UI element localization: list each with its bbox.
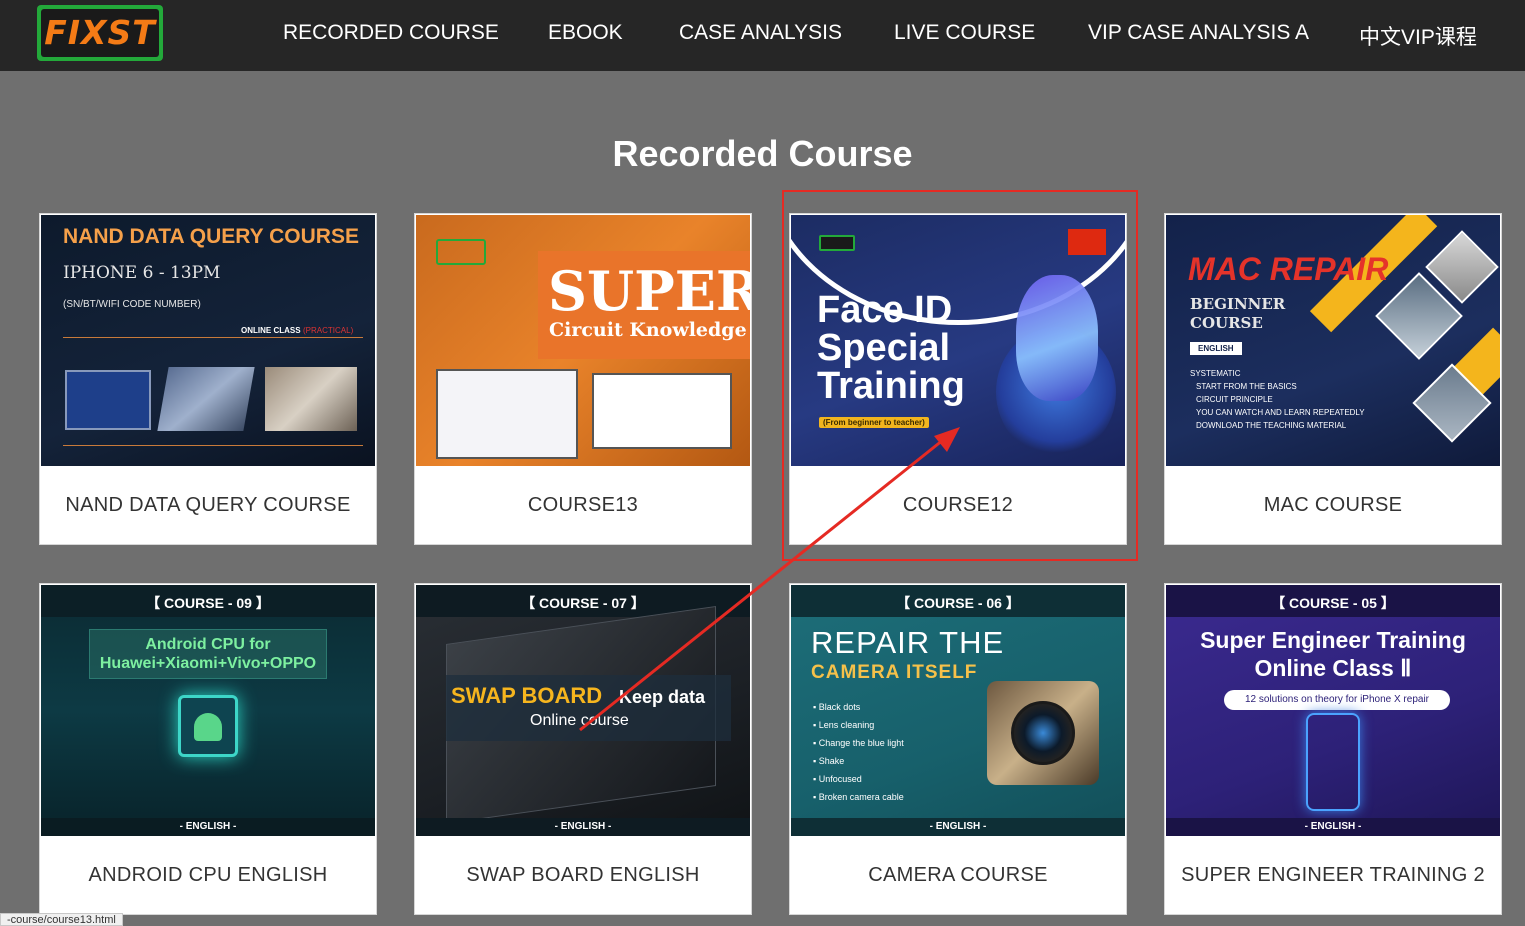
nav-ebook[interactable]: EBOOK <box>548 21 623 45</box>
chip-image <box>157 367 255 431</box>
thumb-badge: ENGLISH <box>1190 342 1242 355</box>
course-card-nand[interactable]: NAND DATA QUERY COURSE IPHONE 6 - 13PM (… <box>39 213 377 545</box>
thumb-heading: MAC REPAIR <box>1188 251 1389 287</box>
thumb-item-text: Shake <box>818 756 845 766</box>
course-card-label: SUPER ENGINEER TRAINING 2 <box>1181 863 1485 886</box>
thumb-footer: - ENGLISH - <box>554 821 612 832</box>
nav-case-analysis[interactable]: CASE ANALYSIS <box>679 21 842 45</box>
thumb-line2: Huawei+Xiaomi+Vivo+OPPO <box>99 655 317 672</box>
course-thumbnail: 【 COURSE - 09 】 Android CPU for Huawei+X… <box>41 585 375 836</box>
thumb-subtitle: Circuit Knowledge <box>549 319 747 341</box>
face-3d-scan <box>1016 275 1098 401</box>
course-card-mac[interactable]: MAC REPAIR BEGINNER COURSE ENGLISH SYSTE… <box>1164 213 1502 545</box>
thumb-online-class: ONLINE CLASS <box>241 326 301 335</box>
course-card-label: NAND DATA QUERY COURSE <box>65 493 351 516</box>
course-thumbnail: 【 COURSE - 05 】 Super Engineer Training … <box>1166 585 1500 836</box>
thumb-heading: NAND DATA QUERY COURSE <box>63 225 359 248</box>
board-image <box>265 367 357 431</box>
thumb-line1: IPHONE 6 - 13PM <box>63 263 221 283</box>
thumb-line1: Super Engineer Training <box>1200 627 1466 653</box>
course-card-course13[interactable]: SUPER Circuit Knowledge COURSE13 <box>414 213 752 545</box>
diagram-screen-1 <box>436 369 578 459</box>
fixst-logo[interactable]: FIXST <box>37 5 163 61</box>
thumb-bullet: YOU CAN WATCH AND LEARN REPEATEDLY <box>1196 408 1365 417</box>
thumb-item-text: Change the blue light <box>818 738 904 748</box>
thumb-bullet: SYSTEMATIC <box>1190 369 1241 378</box>
course-card-swap-board[interactable]: 【 COURSE - 07 】 SWAP BOARD Keep data Onl… <box>414 583 752 915</box>
thumb-item: ▪ Shake <box>813 756 845 766</box>
thumb-bullet: START FROM THE BASICS <box>1196 382 1297 391</box>
page-title: Recorded Course <box>612 133 913 174</box>
thumb-line1: Android CPU for <box>145 636 271 653</box>
circuit-line <box>63 337 363 338</box>
course-card-camera[interactable]: 【 COURSE - 06 】 REPAIR THE CAMERA ITSELF… <box>789 583 1127 915</box>
thumb-item: ▪ Change the blue light <box>813 738 904 748</box>
thumb-bullet: CIRCUIT PRINCIPLE <box>1196 395 1273 404</box>
thumb-pill: (From beginner to teacher) <box>819 417 929 428</box>
thumb-online-course: Online course <box>530 712 629 729</box>
diagram-screen-2 <box>592 373 732 449</box>
course-thumbnail: SUPER Circuit Knowledge <box>416 215 750 466</box>
thumb-big-title: SUPER <box>548 259 750 323</box>
screen-image <box>65 370 151 430</box>
logo-inner: FIXST <box>41 9 159 57</box>
thumb-line2: CAMERA ITSELF <box>811 662 978 683</box>
thumb-item: ▪ Black dots <box>813 702 861 712</box>
thumb-practical: (PRACTICAL) <box>303 326 354 335</box>
course-card-label: ANDROID CPU ENGLISH <box>88 863 328 886</box>
thumb-item-text: Lens cleaning <box>818 720 875 730</box>
nav-chinese-vip-course[interactable]: 中文VIP课程 <box>1359 21 1477 51</box>
thumb-course-tag: 【 COURSE - 05 】 <box>1271 595 1395 611</box>
mini-logo <box>819 235 855 251</box>
thumb-course-tag: 【 COURSE - 09 】 <box>146 595 270 611</box>
course-card-label: COURSE12 <box>902 493 1014 516</box>
mini-logo <box>436 239 486 265</box>
thumb-course-tag: 【 COURSE - 06 】 <box>896 595 1020 611</box>
nav-vip-case-analysis[interactable]: VIP CASE ANALYSIS A <box>1088 21 1309 45</box>
course-card-super-engineer[interactable]: 【 COURSE - 05 】 Super Engineer Training … <box>1164 583 1502 915</box>
course-card-label: CAMERA COURSE <box>868 863 1048 886</box>
thumb-line3: Training <box>817 365 965 407</box>
logo-text: FIXST <box>44 13 156 52</box>
course-card-android-cpu[interactable]: 【 COURSE - 09 】 Android CPU for Huawei+X… <box>39 583 377 915</box>
course-card-label: COURSE13 <box>527 493 639 516</box>
thumb-keep-data: Keep data <box>619 687 706 707</box>
thumb-sub2: COURSE <box>1190 314 1263 332</box>
course-thumbnail: NAND DATA QUERY COURSE IPHONE 6 - 13PM (… <box>41 215 375 466</box>
course-card-course12[interactable]: Face ID Special Training (From beginner … <box>789 213 1127 545</box>
thumb-line2: Special <box>817 327 951 369</box>
camera-lens-icon <box>1011 701 1075 765</box>
thumb-pill: 12 solutions on theory for iPhone X repa… <box>1245 694 1429 705</box>
thumb-bullet: DOWNLOAD THE TEACHING MATERIAL <box>1196 421 1347 430</box>
android-robot-icon <box>194 713 222 741</box>
thumb-footer: - ENGLISH - <box>1304 821 1362 832</box>
course-thumbnail: Face ID Special Training (From beginner … <box>791 215 1125 466</box>
thumb-footer: - ENGLISH - <box>179 821 237 832</box>
thumb-line1: REPAIR THE <box>811 625 1005 660</box>
thumb-item: ▪ Unfocused <box>813 774 862 784</box>
thumb-sub1: BEGINNER <box>1190 295 1286 313</box>
china-flag <box>1068 229 1106 255</box>
thumb-item-text: Broken camera cable <box>818 792 904 802</box>
course-card-label: MAC COURSE <box>1263 493 1403 516</box>
thumb-swap-title: SWAP BOARD <box>451 683 603 708</box>
thumb-item-text: Black dots <box>818 702 861 712</box>
thumb-item: ▪ Broken camera cable <box>813 792 904 802</box>
top-navbar: FIXST RECORDED COURSE EBOOK CASE ANALYSI… <box>0 0 1525 71</box>
thumb-item: ▪ Lens cleaning <box>813 720 875 730</box>
thumb-item-text: Unfocused <box>818 774 862 784</box>
thumb-line2: Online Class Ⅱ <box>1254 655 1412 681</box>
nav-recorded-course[interactable]: RECORDED COURSE <box>283 21 499 45</box>
nav-live-course[interactable]: LIVE COURSE <box>894 21 1035 45</box>
course-thumbnail: MAC REPAIR BEGINNER COURSE ENGLISH SYSTE… <box>1166 215 1500 466</box>
circuit-line <box>63 445 363 446</box>
thumb-line1: Face ID <box>817 289 953 331</box>
course-card-label: SWAP BOARD ENGLISH <box>466 863 700 886</box>
thumb-footer: - ENGLISH - <box>929 821 987 832</box>
phone-outline-icon <box>1306 713 1360 811</box>
course-thumbnail: 【 COURSE - 06 】 REPAIR THE CAMERA ITSELF… <box>791 585 1125 836</box>
status-bar-url: -course/course13.html <box>0 913 123 926</box>
thumb-line2: (SN/BT/WIFI CODE NUMBER) <box>63 299 201 310</box>
course-thumbnail: 【 COURSE - 07 】 SWAP BOARD Keep data Onl… <box>416 585 750 836</box>
